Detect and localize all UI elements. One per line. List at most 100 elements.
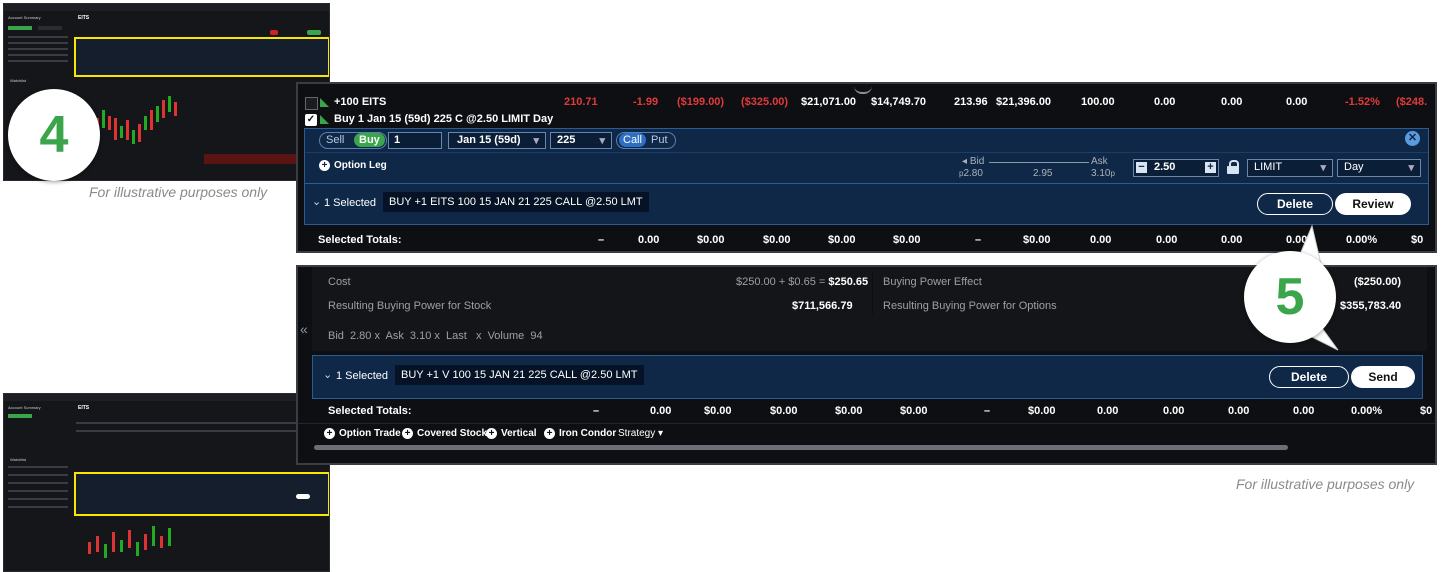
sell-buy-toggle[interactable]: Sell Buy: [319, 132, 387, 149]
strike-select[interactable]: 225 ▾: [550, 132, 612, 149]
step-4-badge: 4: [8, 89, 100, 181]
totals-cell: $0.00: [770, 405, 798, 417]
cost-label: Cost: [328, 276, 351, 288]
strategy-dropdown[interactable]: Strategy ▾: [618, 428, 663, 439]
position-row[interactable]: +100 EITS 210.71 -1.99 ($199.00) ($325.0…: [298, 96, 1435, 112]
thumbnail-row: [8, 466, 68, 468]
position-cell: -1.99: [633, 96, 659, 108]
thumbnail-row: [8, 506, 68, 508]
thumbnail-row: [8, 498, 68, 500]
bid-price: p2.80: [959, 168, 983, 179]
limit-price-value[interactable]: 2.50: [1154, 161, 1175, 173]
row-checkbox[interactable]: [305, 97, 318, 110]
thumbnail-highlight-box: [74, 472, 329, 516]
call-option[interactable]: Call: [619, 133, 646, 147]
quote-line: Bid 2.80 x Ask 3.10 x Last x Volume 94: [328, 330, 543, 342]
divider: [305, 152, 1428, 153]
position-cell: 100.00: [1081, 96, 1115, 108]
thumbnail-row: [76, 430, 324, 432]
ask-price: 3.10p: [1091, 168, 1115, 179]
plus-circle-icon: +: [544, 428, 555, 439]
delete-button[interactable]: Delete: [1257, 193, 1333, 215]
position-cell: ($325.00): [741, 96, 789, 108]
covered-stock-button[interactable]: + Covered Stock: [402, 428, 487, 439]
minus-icon[interactable]: −: [1136, 162, 1147, 173]
totals-cell: 0.00: [1293, 405, 1315, 417]
time-in-force-select[interactable]: Day ▾: [1337, 159, 1421, 177]
add-option-leg-button[interactable]: + Option Leg: [319, 160, 387, 171]
totals-cell: 0.00: [650, 405, 672, 417]
step-5-badge: 5: [1244, 251, 1336, 343]
collapse-left-icon[interactable]: «: [300, 321, 308, 337]
option-trade-button[interactable]: + Option Trade: [324, 428, 401, 439]
chevron-down-icon[interactable]: ⌄: [323, 368, 332, 381]
totals-label: Selected Totals:: [328, 405, 412, 417]
position-cell: 0.00: [1286, 96, 1308, 108]
thumbnail-highlight-box: [74, 37, 329, 77]
details-divider: [872, 271, 873, 315]
order-type-select[interactable]: LIMIT ▾: [1247, 159, 1333, 177]
limit-price-stepper[interactable]: − 2.50 +: [1133, 159, 1219, 177]
chevron-down-icon[interactable]: ⌄: [312, 195, 321, 208]
order-title-row[interactable]: ✓ Buy 1 Jan 15 (59d) 225 C @2.50 LIMIT D…: [298, 113, 1435, 129]
buying-power-effect-value: ($250.00): [1354, 276, 1402, 288]
illustrative-caption-top: For illustrative purposes only: [89, 184, 268, 200]
totals-cell: –: [984, 405, 991, 417]
delete-button[interactable]: Delete: [1269, 366, 1349, 388]
collapse-handle[interactable]: [854, 86, 872, 94]
thumbnail-green-button: [8, 26, 32, 30]
thumbnail-red-button: [270, 30, 278, 35]
totals-cell: $0.00: [697, 234, 725, 246]
plus-circle-icon: +: [324, 428, 335, 439]
plus-circle-icon: +: [319, 160, 330, 171]
expiration-select[interactable]: Jan 15 (59d) ▾: [448, 132, 546, 149]
totals-cell: 0.00: [1097, 405, 1119, 417]
position-cell: 213.96: [954, 96, 988, 108]
thumbnail-toolbar: [4, 4, 329, 11]
close-icon[interactable]: ✕: [1405, 131, 1420, 146]
totals-cell: –: [598, 234, 605, 246]
chevron-down-icon: ▾: [1320, 162, 1326, 174]
totals-cell: $0: [1420, 405, 1433, 417]
totals-label: Selected Totals:: [318, 234, 402, 246]
totals-cell: $0.00: [828, 234, 856, 246]
cost-value: $250.00 + $0.65 = $250.65: [736, 276, 869, 288]
sell-option[interactable]: Sell: [326, 134, 344, 146]
bid-label: ◂ Bid: [962, 156, 985, 167]
call-put-toggle[interactable]: Call Put: [616, 132, 676, 149]
thumbnail-screenshot-bottom: EITS Account Summary Watchlist: [3, 393, 330, 572]
thumbnail-row: [8, 42, 68, 44]
send-button[interactable]: Send: [1351, 366, 1415, 388]
bp-stock-label: Resulting Buying Power for Stock: [328, 300, 492, 312]
buy-option[interactable]: Buy: [354, 133, 385, 147]
lock-icon[interactable]: [1227, 160, 1239, 174]
review-button[interactable]: Review: [1335, 193, 1411, 215]
thumbnail-title: EITS: [78, 405, 90, 411]
totals-cell: $0.00: [835, 405, 863, 417]
position-cell: $21,396.00: [996, 96, 1052, 108]
expand-triangle-icon[interactable]: [320, 98, 329, 107]
position-symbol: +100 EITS: [334, 96, 387, 108]
order-checkbox[interactable]: ✓: [305, 114, 317, 126]
position-cell: 0.00: [1154, 96, 1176, 108]
position-cell: ($199.00): [677, 96, 725, 108]
plus-icon[interactable]: +: [1205, 162, 1216, 173]
horizontal-scrollbar[interactable]: [314, 445, 1288, 450]
position-cell: ($248.: [1396, 96, 1428, 108]
thumbnail-gray-button: [38, 26, 62, 30]
totals-cell: 0.00: [638, 234, 660, 246]
thumbnail-row: [8, 60, 68, 62]
selected-order-bar: ⌄ 1 Selected BUY +1 V 100 15 JAN 21 225 …: [312, 355, 1423, 399]
ask-label: Ask: [1091, 156, 1108, 167]
iron-condor-button[interactable]: + Iron Condor: [544, 428, 616, 439]
thumbnail-left-panel-title: Account Summary: [8, 15, 41, 20]
thumbnail-chart-area: [78, 522, 198, 568]
expand-triangle-icon[interactable]: [320, 115, 329, 124]
plus-circle-icon: +: [402, 428, 413, 439]
thumbnail-watchlist-label: Watchlist: [10, 457, 27, 462]
vertical-button[interactable]: + Vertical: [486, 428, 537, 439]
quantity-input[interactable]: 1: [388, 132, 442, 149]
put-option[interactable]: Put: [651, 134, 668, 146]
illustrative-caption-bottom: For illustrative purposes only: [1236, 476, 1415, 492]
order-summary: BUY +1 V 100 15 JAN 21 225 CALL @2.50 LM…: [395, 365, 644, 385]
